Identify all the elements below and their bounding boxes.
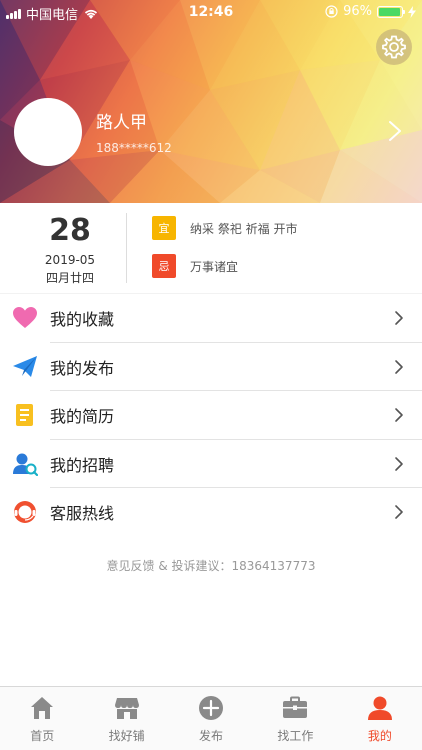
calendar-month: 2019-05 — [44, 253, 96, 267]
user-phone: 188*****612 — [96, 141, 172, 155]
chevron-right-icon — [395, 505, 403, 519]
profile-page: 中国电信 12:46 96% 路人甲 188*****612 28 2019-0… — [0, 0, 422, 750]
chevron-right-icon — [395, 456, 403, 471]
orientation-lock-icon — [325, 5, 338, 18]
tab-label: 我的 — [367, 729, 392, 743]
battery-icon — [377, 5, 405, 18]
menu-item-customer-service[interactable]: 客服热线 — [0, 488, 422, 537]
calendar-day: 28 — [49, 213, 91, 248]
good-badge: 宜 — [152, 216, 176, 240]
menu-item-favorites[interactable]: 我的收藏 — [0, 294, 422, 343]
status-bar: 中国电信 12:46 96% — [0, 0, 422, 24]
shop-icon — [114, 698, 139, 719]
tab-home[interactable]: 首页 — [0, 687, 84, 750]
briefcase-icon — [283, 696, 308, 718]
good-text: 纳采 祭祀 祈福 开市 — [190, 221, 298, 236]
tab-label: 发布 — [199, 729, 224, 743]
tab-mine[interactable]: 我的 — [338, 687, 422, 750]
plus-circle-icon — [199, 696, 224, 720]
bad-badge: 忌 — [152, 254, 176, 278]
settings-button[interactable] — [376, 29, 412, 65]
almanac-card: 28 2019-05 四月廿四 宜 纳采 祭祀 祈福 开市 忌 万事诸宜 — [0, 203, 422, 291]
tab-label: 首页 — [30, 729, 55, 743]
calendar-divider — [126, 213, 127, 283]
recruit-person-icon — [13, 453, 38, 476]
menu-item-label: 我的发布 — [50, 358, 115, 378]
heart-icon — [13, 307, 37, 328]
tab-find-shop[interactable]: 找好铺 — [84, 687, 168, 750]
menu-item-publish[interactable]: 我的发布 — [0, 343, 422, 391]
tab-publish[interactable]: 发布 — [169, 687, 253, 750]
almanac-bad-row: 忌 万事诸宜 — [152, 254, 238, 278]
user-name[interactable]: 路人甲 — [96, 108, 147, 133]
calendar-lunar-date: 四月廿四 — [45, 271, 94, 285]
paper-plane-icon — [13, 355, 37, 377]
chevron-right-icon — [395, 359, 403, 374]
menu-item-label: 我的招聘 — [50, 455, 115, 475]
feedback-hotline[interactable]: 意见反馈 & 投诉建议：18364137773 — [0, 557, 422, 574]
menu-item-resume[interactable]: 我的简历 — [0, 391, 422, 440]
menu-item-label: 客服热线 — [50, 504, 115, 524]
avatar[interactable] — [14, 98, 82, 166]
document-icon — [16, 404, 33, 426]
menu-list: 我的收藏 我的发布 我的简历 我的招聘 客服热线 — [0, 294, 422, 537]
home-icon — [31, 697, 54, 719]
chevron-right-icon — [395, 311, 403, 325]
menu-item-label: 我的收藏 — [50, 310, 115, 330]
almanac-good-row: 宜 纳采 祭祀 祈福 开市 — [152, 216, 297, 240]
chevron-right-icon — [395, 408, 403, 422]
tab-bar: 首页 找好铺 发布 找工作 我的 — [0, 686, 422, 750]
bad-text: 万事诸宜 — [190, 259, 239, 274]
tab-find-job[interactable]: 找工作 — [253, 687, 337, 750]
tab-label: 找工作 — [277, 729, 314, 743]
battery-percent: 96% — [343, 4, 372, 19]
charging-icon — [408, 5, 416, 18]
menu-item-label: 我的简历 — [50, 407, 115, 427]
person-icon — [367, 696, 392, 720]
chevron-right-icon[interactable] — [388, 120, 402, 142]
customer-service-icon — [14, 501, 36, 523]
tab-label: 找好铺 — [108, 729, 145, 743]
menu-item-recruitment[interactable]: 我的招聘 — [0, 440, 422, 488]
gear-icon — [382, 35, 406, 59]
profile-header: 中国电信 12:46 96% 路人甲 188*****612 — [0, 0, 422, 203]
